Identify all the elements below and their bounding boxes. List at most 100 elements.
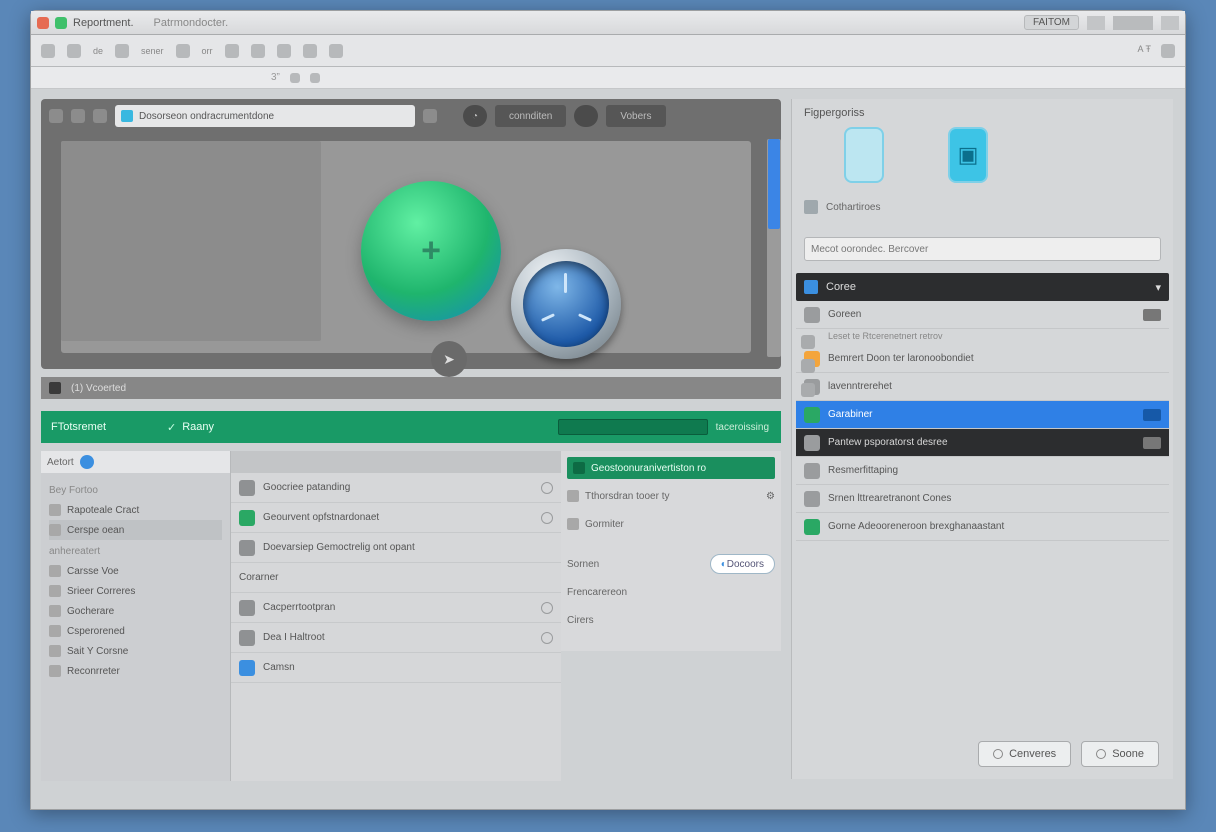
list-item[interactable]: Rapoteale Cract xyxy=(49,500,222,520)
strip-icon[interactable] xyxy=(801,359,815,373)
row-label: Garabiner xyxy=(828,409,872,420)
list-row[interactable]: Doevarsiep Gemoctrelig ont opant xyxy=(231,533,561,563)
time-button[interactable]: ◔ xyxy=(463,105,487,127)
option-row[interactable]: Gormiter xyxy=(567,513,775,535)
nav-back-icon[interactable] xyxy=(49,109,63,123)
list-row[interactable]: Camsn xyxy=(231,653,561,683)
template-thumb[interactable]: ▣ xyxy=(948,127,988,183)
row-action-icon[interactable] xyxy=(541,482,553,494)
window-x-icon[interactable] xyxy=(1161,16,1179,30)
cancel-button[interactable]: Cenveres xyxy=(978,741,1071,767)
list-row[interactable]: Corarner xyxy=(231,563,561,593)
plus-icon: + xyxy=(421,232,441,271)
dial-knob[interactable] xyxy=(511,249,621,359)
dropdown-icon[interactable] xyxy=(310,73,320,83)
action-bar: FTotsremet ✓ Raany taceroissing xyxy=(41,411,781,443)
tool-icon[interactable] xyxy=(41,44,55,58)
tool-icon[interactable] xyxy=(251,44,265,58)
app-window: Reportment. Patrmondocter. FAITOM de sen… xyxy=(30,10,1186,810)
header-label: Geostoonuranivertiston ro xyxy=(591,463,706,474)
left-panel: Aetort Bey Fortoo Rapoteale Cract Cerspe… xyxy=(41,451,231,781)
window-min-icon[interactable] xyxy=(1087,16,1105,30)
strip-icon[interactable] xyxy=(801,335,815,349)
list-row[interactable]: Geourvent opfstnardonaet xyxy=(231,503,561,533)
asset-item[interactable]: Srnen lttrearetranont Cones xyxy=(796,485,1169,513)
list-row[interactable]: Dea I Haltroot xyxy=(231,623,561,653)
strip-icon[interactable] xyxy=(801,383,815,397)
option-row[interactable]: Tthorsdran tooer ty⚙ xyxy=(567,485,775,507)
row-badge xyxy=(1143,437,1161,449)
tool-icon[interactable] xyxy=(329,44,343,58)
list-item[interactable]: Gocherare xyxy=(49,601,222,621)
row-icon xyxy=(804,435,820,451)
connect-button[interactable]: connditen xyxy=(495,105,566,127)
row-action-icon[interactable] xyxy=(541,632,553,644)
item-label: Reconrreter xyxy=(67,666,120,677)
tool-icon[interactable] xyxy=(1161,44,1175,58)
vobers-button[interactable]: Vobers xyxy=(606,105,665,127)
category-icon xyxy=(804,280,818,294)
window-maximize-icon[interactable] xyxy=(55,17,67,29)
row-action-icon[interactable] xyxy=(541,602,553,614)
pill-label: Docoors xyxy=(727,559,764,570)
group-head[interactable]: Goreen xyxy=(796,301,1169,329)
nav-fwd-icon[interactable] xyxy=(71,109,85,123)
tool-icon[interactable] xyxy=(303,44,317,58)
window-close-icon[interactable] xyxy=(37,17,49,29)
ok-button[interactable]: Soone xyxy=(1081,741,1159,767)
search-input[interactable]: Mecot oorondec. Bercover xyxy=(804,237,1161,261)
options-header: Geostoonuranivertiston ro xyxy=(567,457,775,479)
row-action-icon[interactable]: ⚙ xyxy=(766,491,775,502)
row-label: Gorne Adeooreneroon brexghanaastant xyxy=(828,521,1004,532)
section-head: Bey Fortoo xyxy=(49,485,222,496)
asset-item[interactable]: Resmerfittaping xyxy=(796,457,1169,485)
row-icon xyxy=(804,519,820,535)
list-item[interactable]: Carsse Voe xyxy=(49,561,222,581)
asset-item[interactable]: lavenntrerehet xyxy=(796,373,1169,401)
run-button[interactable]: ✓ Raany xyxy=(151,411,230,443)
left-panel-tab[interactable]: Aetort xyxy=(41,451,230,473)
asset-item-selected[interactable]: Garabiner xyxy=(796,401,1169,429)
scroll-thumb[interactable] xyxy=(768,139,780,229)
tool-icon[interactable] xyxy=(277,44,291,58)
list-row[interactable]: Goocriee patanding xyxy=(231,473,561,503)
tool-icon[interactable] xyxy=(225,44,239,58)
footer-icon[interactable] xyxy=(49,382,61,394)
pointer-circle[interactable]: ➤ xyxy=(431,341,467,377)
titlebar-badge[interactable]: FAITOM xyxy=(1024,15,1079,30)
attach-icon[interactable] xyxy=(423,109,437,123)
list-item[interactable]: Csperorened xyxy=(49,621,222,641)
category-header[interactable]: Coree ▾ xyxy=(796,273,1169,301)
tool-icon[interactable] xyxy=(176,44,190,58)
asset-item[interactable]: Gorne Adeooreneroon brexghanaastant xyxy=(796,513,1169,541)
tool-icon[interactable] xyxy=(115,44,129,58)
asset-item[interactable]: Bemrert Doon ter laronoobondiet xyxy=(796,345,1169,373)
asset-item[interactable]: Pantew psporatorst desree xyxy=(796,429,1169,457)
actionbar-input[interactable] xyxy=(558,419,708,435)
address-bar[interactable]: Dosorseon ondracrumentdone xyxy=(115,105,415,127)
template-thumb[interactable] xyxy=(844,127,884,183)
option-button[interactable] xyxy=(574,105,598,127)
list-item[interactable]: Sait Y Corsne xyxy=(49,641,222,661)
value-pill[interactable]: ◐ Docoors xyxy=(710,554,775,574)
row-label: Gormiter xyxy=(585,519,624,530)
check-icon: ✓ xyxy=(167,421,176,434)
list-item[interactable]: Reconrreter xyxy=(49,661,222,681)
list-item[interactable]: Cerspe oean xyxy=(49,520,222,540)
row-icon xyxy=(239,480,255,496)
row-label: Resmerfittaping xyxy=(828,465,898,476)
canvas-panel: Dosorseon ondracrumentdone ◔ connditen V… xyxy=(41,99,781,369)
tool-icon[interactable] xyxy=(67,44,81,58)
property-row[interactable]: Cothartiroes xyxy=(804,197,1161,217)
row-action-icon[interactable] xyxy=(541,512,553,524)
dropdown-icon[interactable] xyxy=(290,73,300,83)
nav-icon[interactable] xyxy=(93,109,107,123)
add-circle-button[interactable]: + xyxy=(361,181,501,321)
list-row[interactable]: Cacperrtootpran xyxy=(231,593,561,623)
row-label: Frencarereon xyxy=(567,587,627,598)
list-item[interactable]: Srieer Correres xyxy=(49,581,222,601)
row-label: Cacperrtootpran xyxy=(263,602,335,613)
site-icon xyxy=(121,110,133,122)
expand-icon[interactable]: ▾ xyxy=(1155,281,1161,294)
window-ctrl-icon[interactable] xyxy=(1113,16,1153,30)
